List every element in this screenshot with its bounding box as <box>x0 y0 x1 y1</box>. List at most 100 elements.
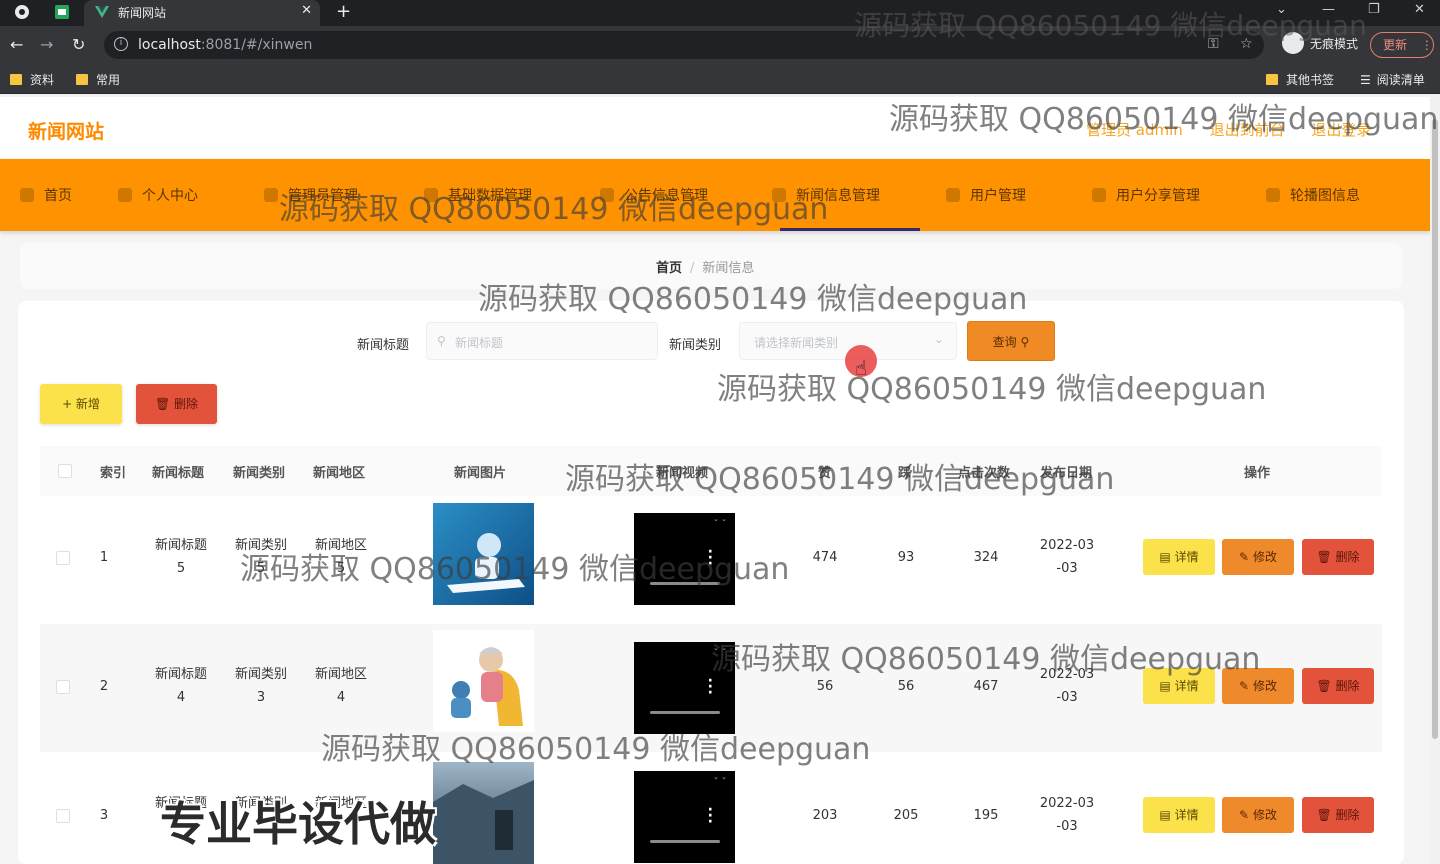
row-title: 新闻标题 5 <box>154 538 207 576</box>
watermark: 源码获取 QQ86050149 微信deepguan <box>565 462 1115 497</box>
pencil-icon: ✎ <box>1239 550 1250 564</box>
pencil-icon: ✎ <box>1239 808 1250 822</box>
trash-icon: 🗑 <box>1316 679 1332 693</box>
add-button[interactable]: + 新增 <box>40 384 122 424</box>
window-close-icon[interactable]: ✕ <box>1414 2 1425 17</box>
watermark-banner: 专业毕设代做 <box>160 797 436 851</box>
video-progress-bar <box>650 711 720 714</box>
scrollbar-thumb[interactable] <box>1432 119 1438 739</box>
tab-title: 新闻网站 <box>118 6 167 20</box>
type-filter-label: 新闻类别 <box>669 338 722 353</box>
sheets-icon[interactable] <box>54 4 70 20</box>
title-search-input[interactable]: ⚲ 新闻标题 <box>426 322 658 360</box>
doc-icon: ▤ <box>1159 808 1171 822</box>
news-video-player[interactable]: ⌄ ⌄ · · · <box>634 771 735 863</box>
row-clicks: 195 <box>973 808 999 823</box>
trash-icon: 🗑 <box>1316 808 1332 822</box>
user-icon <box>118 188 132 202</box>
news-image-thumbnail[interactable] <box>433 630 534 732</box>
browser-menu-icon[interactable] <box>14 4 30 20</box>
row-title: 新闻标题 4 <box>154 667 207 705</box>
folder-icon <box>10 74 22 85</box>
update-button[interactable]: 更新 ⋮ <box>1370 32 1434 58</box>
nav-item-home[interactable]: 首页 <box>20 185 72 205</box>
delete-button[interactable]: 🗑 删除 <box>1302 668 1374 704</box>
detail-button[interactable]: ▤ 详情 <box>1143 539 1215 575</box>
query-button[interactable]: 查询 ⚲ <box>967 321 1055 361</box>
row-likes: 203 <box>812 808 838 823</box>
col-region: 新闻地区 <box>313 466 366 481</box>
doc-icon: ▤ <box>1159 679 1171 693</box>
share-icon <box>1092 188 1106 202</box>
doc-icon: ▤ <box>1159 550 1171 564</box>
row-region: 新闻地区 4 <box>314 667 367 705</box>
col-actions: 操作 <box>1244 466 1271 481</box>
news-image-thumbnail[interactable] <box>433 762 534 864</box>
watermark: 源码获取 QQ86050149 微信deepguan <box>717 372 1267 407</box>
row-index: 3 <box>99 808 109 823</box>
row-index: 1 <box>99 550 109 565</box>
folder-icon <box>1266 74 1278 85</box>
back-icon[interactable]: ← <box>10 35 23 54</box>
video-menu-icon: · · · <box>707 802 713 830</box>
home-icon <box>20 188 34 202</box>
row-dislikes: 93 <box>897 550 915 565</box>
row-dislikes: 56 <box>897 679 915 694</box>
site-info-icon[interactable]: i <box>114 37 128 51</box>
edit-button[interactable]: ✎ 修改 <box>1222 797 1294 833</box>
nav-item-user-share[interactable]: 用户分享管理 <box>1092 185 1200 205</box>
search-icon: ⚲ <box>1020 335 1030 349</box>
row-index: 2 <box>99 679 109 694</box>
folder-icon <box>76 74 88 85</box>
watermark: 源码获取 QQ86050149 微信deepguan <box>854 9 1367 42</box>
batch-delete-button[interactable]: 🗑 删除 <box>136 384 217 424</box>
users-icon <box>946 188 960 202</box>
reload-icon[interactable]: ↻ <box>72 35 85 54</box>
col-type: 新闻类别 <box>233 466 286 481</box>
col-title: 新闻标题 <box>152 466 205 481</box>
chevron-down-icon: ⌄ <box>933 332 944 346</box>
new-tab-icon[interactable]: + <box>336 1 351 22</box>
watermark: 源码获取 QQ86050149 微信deepguan <box>279 192 829 227</box>
row-likes: 474 <box>812 550 838 565</box>
restore-icon[interactable]: ❐ <box>1368 2 1380 17</box>
delete-button[interactable]: 🗑 删除 <box>1302 797 1374 833</box>
nav-item-carousel[interactable]: 轮播图信息 <box>1266 185 1360 205</box>
bookmark-folder-2[interactable]: 常用 <box>76 71 120 88</box>
trash-icon: 🗑 <box>154 397 171 411</box>
url-text: localhost:8081/#/xinwen <box>138 37 313 53</box>
row-clicks: 467 <box>973 679 999 694</box>
video-menu-icon: · · · <box>707 673 713 701</box>
nav-item-profile[interactable]: 个人中心 <box>118 185 198 205</box>
watermark: 源码获取 QQ86050149 微信deepguan <box>711 642 1261 677</box>
bookmark-folder-1[interactable]: 资料 <box>10 71 54 88</box>
pencil-icon: ✎ <box>1239 679 1250 693</box>
site-brand[interactable]: 新闻网站 <box>28 117 104 144</box>
detail-button[interactable]: ▤ 详情 <box>1143 797 1215 833</box>
tab-close-icon[interactable]: ✕ <box>301 3 312 18</box>
nav-item-users[interactable]: 用户管理 <box>946 185 1026 205</box>
select-all-checkbox[interactable] <box>58 464 72 478</box>
browser-tab[interactable]: 新闻网站 ✕ <box>84 0 320 26</box>
admin-icon <box>264 188 278 202</box>
edit-button[interactable]: ✎ 修改 <box>1222 539 1294 575</box>
row-type: 新闻类别 3 <box>234 667 287 705</box>
row-checkbox[interactable] <box>56 551 70 565</box>
other-bookmarks[interactable]: 其他书签 <box>1266 71 1334 88</box>
watermark: 源码获取 QQ86050149 微信deepguan <box>889 102 1439 137</box>
forward-icon[interactable]: → <box>40 35 53 54</box>
page-scrollbar[interactable] <box>1430 97 1440 864</box>
reading-list-icon: ☰ <box>1360 73 1371 87</box>
row-dislikes: 205 <box>893 808 919 823</box>
row-checkbox[interactable] <box>56 680 70 694</box>
watermark: 源码获取 QQ86050149 微信deepguan <box>240 552 790 587</box>
delete-button[interactable]: 🗑 删除 <box>1302 539 1374 575</box>
row-checkbox[interactable] <box>56 809 70 823</box>
title-filter-label: 新闻标题 <box>357 338 410 353</box>
row-date: 2022-03 -03 <box>1039 538 1095 576</box>
more-icon: ⋮ <box>1420 38 1433 52</box>
col-image: 新闻图片 <box>454 466 507 481</box>
watermark: 源码获取 QQ86050149 微信deepguan <box>478 282 1028 317</box>
reading-list[interactable]: ☰ 阅读清单 <box>1360 71 1425 88</box>
trash-icon: 🗑 <box>1316 550 1332 564</box>
